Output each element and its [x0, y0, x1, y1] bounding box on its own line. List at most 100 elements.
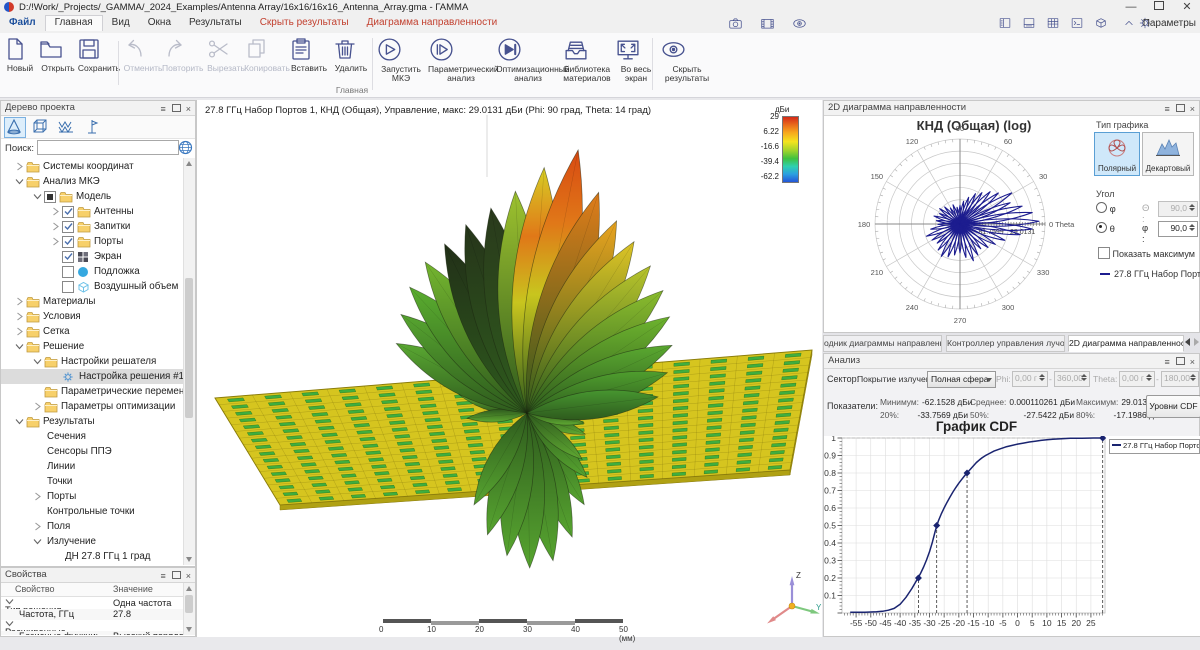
panel-close-icon[interactable]: ×	[186, 571, 193, 581]
console-panel-icon[interactable]	[1070, 16, 1090, 32]
tree-checkbox[interactable]	[62, 251, 74, 263]
panel-float-icon[interactable]	[1176, 104, 1185, 112]
tree-item-системы-координат[interactable]: Системы координат	[1, 159, 184, 174]
tab-1[interactable]: Контроллер управления лучом ДН	[946, 335, 1065, 352]
panel-menu-icon[interactable]: ≡	[1164, 357, 1171, 367]
cube-view-icon[interactable]	[30, 117, 52, 138]
ribbon-button-library[interactable]: Библиотека материалов	[562, 36, 612, 83]
tree-checkbox[interactable]	[62, 206, 74, 218]
ribbon-button-fullscreen[interactable]: Во весь экран	[614, 36, 658, 83]
ribbon-button-clipboard[interactable]: Вставить	[288, 36, 330, 73]
phi-radio[interactable]	[1096, 202, 1107, 213]
tab-2[interactable]: 2D диаграмма направленности	[1068, 335, 1184, 352]
tree-item-дн-27-8-ггц-1-град[interactable]: ДН 27.8 ГГц 1 град	[1, 549, 184, 564]
ribbon-button-playparam[interactable]: Параметрический анализ	[428, 36, 494, 83]
cdf-chart[interactable]: -55-50-45-40-35-30-25-20-15-10-505101520…	[824, 436, 1200, 636]
minimize-button[interactable]: —	[1118, 0, 1144, 15]
menu-tab-окна[interactable]: Окна	[139, 15, 180, 31]
panel-menu-icon[interactable]: ≡	[160, 571, 167, 581]
tree-item-сечения[interactable]: Сечения	[1, 429, 184, 444]
tree-checkbox[interactable]	[62, 236, 74, 248]
tree-scrollbar[interactable]	[183, 158, 195, 565]
expander-icon[interactable]	[31, 490, 44, 503]
dimension-icon[interactable]	[82, 117, 104, 138]
tree-item-точки[interactable]: Точки	[1, 474, 184, 489]
expander-icon[interactable]	[31, 400, 44, 413]
tab-scroll-left-icon[interactable]	[1185, 338, 1190, 346]
tree-item-анализ-мкэ[interactable]: Анализ МКЭ	[1, 174, 184, 189]
ribbon-button-file[interactable]: Новый	[2, 36, 38, 73]
expander-icon[interactable]	[31, 520, 44, 533]
tree-item-запитки[interactable]: Запитки	[1, 219, 184, 234]
tree-item-настройки-решателя[interactable]: Настройки решателя	[1, 354, 184, 369]
close-button[interactable]: ✕	[1174, 0, 1200, 15]
tree-checkbox[interactable]	[62, 221, 74, 233]
panel-close-icon[interactable]: ×	[1190, 357, 1197, 367]
tree-item-излучение[interactable]: Излучение	[1, 534, 184, 549]
menu-tab-вид[interactable]: Вид	[103, 15, 139, 31]
search-globe-icon[interactable]	[178, 140, 193, 155]
cdf-levels-button[interactable]: Уровни CDF	[1146, 395, 1200, 418]
tree-item-линии[interactable]: Линии	[1, 459, 184, 474]
menu-tab-скрыть-результаты[interactable]: Скрыть результаты	[251, 15, 358, 31]
3d-viewport[interactable]: 27.8 ГГц Набор Портов 1, КНД (Общая), Уп…	[196, 100, 822, 637]
ribbon-button-folder[interactable]: Открыть	[38, 36, 78, 73]
layout-panel-icon[interactable]	[1022, 16, 1042, 32]
tree-item-настройка-решения-#1[interactable]: Настройка решения #1	[1, 369, 184, 384]
show-max-checkbox[interactable]	[1098, 247, 1110, 259]
phi-spinner[interactable]: 90,0	[1158, 221, 1198, 237]
film-icon[interactable]	[760, 16, 782, 32]
3d-radiation-pattern[interactable]	[197, 115, 823, 619]
phi-to-spinner[interactable]: 360,00	[1054, 371, 1090, 387]
mesh-panel-icon[interactable]	[1094, 16, 1114, 32]
polar-chart[interactable]: 0 Theta306090120150180210240270300330-81…	[824, 117, 1124, 333]
tree-item-сетка[interactable]: Сетка	[1, 324, 184, 339]
tree-item-антенны[interactable]: Антенны	[1, 204, 184, 219]
tree-item-параметры-оптимизации[interactable]: Параметры оптимизации	[1, 399, 184, 414]
property-row[interactable]: Расширенные	[1, 620, 184, 631]
expander-icon[interactable]	[13, 310, 26, 323]
coverage-dropdown[interactable]: Полная сфера	[927, 371, 996, 388]
tree-item-параметрические-переменные[interactable]: Параметрические переменные	[1, 384, 184, 399]
tree-item-условия[interactable]: Условия	[1, 309, 184, 324]
menu-tab-результаты[interactable]: Результаты	[180, 15, 251, 31]
camera-icon[interactable]	[728, 16, 750, 32]
panel-menu-icon[interactable]: ≡	[1164, 104, 1171, 114]
tree-item-материалы[interactable]: Материалы	[1, 294, 184, 309]
menu-tab-диаграмма-направленности[interactable]: Диаграмма направленности	[358, 15, 507, 31]
tree-item-воздушный-объем[interactable]: Воздушный объем	[1, 279, 184, 294]
mesh-view-icon[interactable]	[56, 117, 78, 138]
tree-item-сенсоры-ппэ[interactable]: Сенсоры ППЭ	[1, 444, 184, 459]
expander-icon[interactable]	[13, 295, 26, 308]
tab-0[interactable]: одник диаграммы направленности	[823, 335, 942, 352]
theta-spinner[interactable]: 90,0	[1158, 201, 1198, 217]
phi-from-spinner[interactable]: 0,00 г	[1012, 371, 1048, 387]
expander-icon[interactable]	[49, 205, 62, 218]
cartesian-type-button[interactable]: Декартовый	[1142, 132, 1194, 176]
expander-icon[interactable]	[31, 535, 44, 548]
theta-from-spinner[interactable]: 0,00 г	[1119, 371, 1155, 387]
ribbon-button-playopt[interactable]: Оптимизационный анализ	[496, 36, 560, 83]
menu-tab-файл[interactable]: Файл	[0, 15, 45, 31]
tree-item-результаты[interactable]: Результаты	[1, 414, 184, 429]
property-row[interactable]: Частота, ГГц27.8	[1, 609, 184, 620]
table-panel-icon[interactable]	[1046, 16, 1066, 32]
expander-icon[interactable]	[31, 190, 44, 203]
ribbon-button-eye[interactable]: Скрыть результаты	[660, 36, 714, 83]
panel-float-icon[interactable]	[172, 104, 181, 112]
tree-item-модель[interactable]: Модель	[1, 189, 184, 204]
expander-icon[interactable]	[31, 355, 44, 368]
tree-item-решение[interactable]: Решение	[1, 339, 184, 354]
properties-scrollbar[interactable]	[183, 583, 195, 635]
property-row[interactable]: Тип решенияОдна частота	[1, 598, 184, 609]
expander-icon[interactable]	[49, 235, 62, 248]
panel-menu-icon[interactable]: ≡	[160, 104, 167, 114]
panel-float-icon[interactable]	[1176, 357, 1185, 365]
panel-close-icon[interactable]: ×	[1190, 104, 1197, 114]
ribbon-button-play[interactable]: Запустить МКЭ	[376, 36, 426, 83]
search-input[interactable]	[37, 140, 179, 155]
parameters-button[interactable]: Параметры	[1143, 18, 1196, 29]
tree-item-контрольные-точки[interactable]: Контрольные точки	[1, 504, 184, 519]
tree-checkbox[interactable]	[62, 266, 74, 278]
ribbon-button-trash[interactable]: Удалить	[332, 36, 370, 73]
